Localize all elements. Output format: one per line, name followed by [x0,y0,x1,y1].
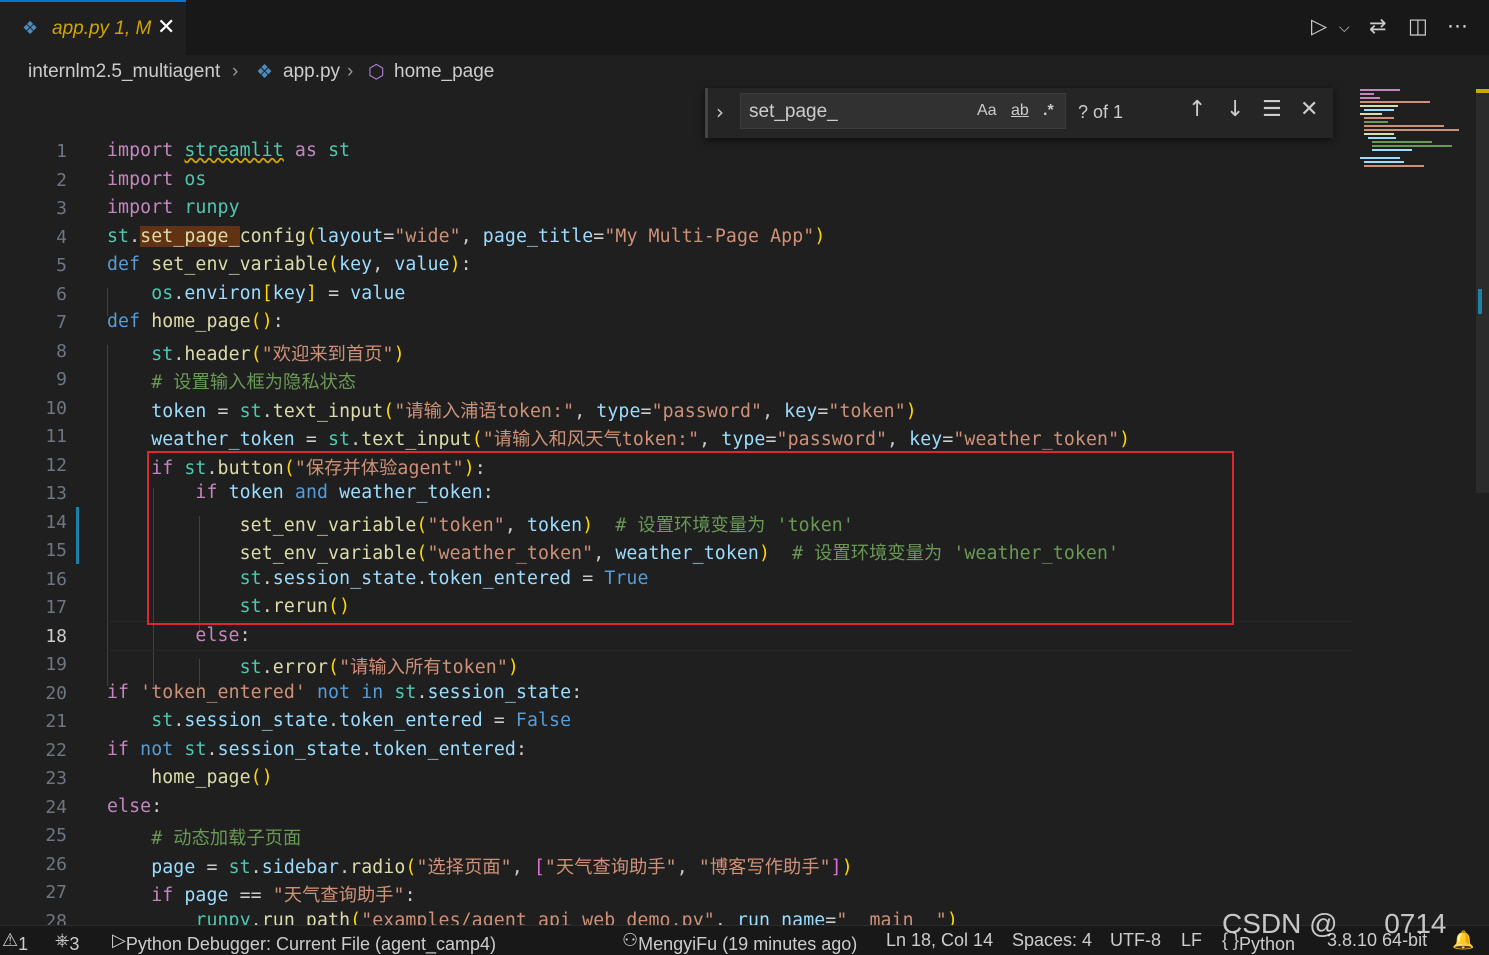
code-line: 5 def set_env_variable(key, value): [56,254,472,276]
cursor-position[interactable]: Ln 18, Col 14 [886,930,993,951]
code-line: 3 import runpy [56,197,240,219]
indentation[interactable]: Spaces: 4 [1012,930,1092,951]
whole-word-icon[interactable]: ab [1011,102,1029,120]
compare-changes-icon[interactable]: ⇄ [1369,14,1387,38]
code-line: 7 def home_page(): [56,311,284,333]
close-icon[interactable]: ✕ [157,15,175,40]
code-line: 10 token = st.text_input("请输入浦语token:", … [45,397,917,422]
watermark: CSDN @ 0714 [1222,908,1447,939]
arrow-down-icon[interactable]: ↓ [1226,97,1244,122]
code-line: 27 if page == "天气查询助手": [45,882,416,906]
more-actions-icon[interactable]: ⋯ [1447,14,1468,38]
breadcrumb: internlm2.5_multiagent › ❖ app.py › ⬡ ho… [0,55,1489,89]
method-icon: ⬡ [368,62,385,83]
chevron-right-icon: › [347,61,354,82]
run-icon[interactable]: ▷ [1311,14,1327,38]
minimap[interactable] [1356,89,1476,169]
arrow-up-icon[interactable]: ↑ [1188,97,1206,122]
regex-icon[interactable]: .* [1043,102,1054,120]
code-line: 21 st.session_state.token_entered = Fals… [45,710,572,732]
code-line: 24 else: [45,795,163,818]
debug-config[interactable]: ▷ Python Debugger: Current File (agent_c… [112,930,496,954]
find-widget: › set_page_ Aa ab .* ? of 1 ↑ ↓ ☰ ✕ [705,88,1333,138]
find-input[interactable]: set_page_ Aa ab .* [740,93,1066,129]
scroll-marker [1478,289,1482,314]
scroll-marker [1476,89,1489,93]
breadcrumb-symbol[interactable]: home_page [394,61,494,83]
chevron-right-icon: › [232,61,239,82]
close-icon[interactable]: ✕ [1300,97,1318,122]
git-blame[interactable]: ⚇ MengyiFu (19 minutes ago) [622,930,857,954]
code-line: 4 st.set_page_config(layout="wide", page_… [56,225,826,248]
code-line: 6 os.environ[key] = value [56,282,406,305]
code-line: 26 page = st.sidebar.radio("选择页面", ["天气查… [45,853,853,878]
code-line: 19 st.error("请输入所有token") [45,654,519,678]
tab-bar: ❖ app.py 1, M ✕ ▷ ⌵ ⇄ ◫ ⋯ [0,0,1489,55]
tab-filename: app.py 1, M [52,18,152,39]
chevron-down-icon[interactable]: ⌵ [1339,20,1350,36]
match-case-icon[interactable]: Aa [977,102,997,120]
split-editor-icon[interactable]: ◫ [1408,14,1428,38]
code-line: 8 st.header("欢迎来到首页") [56,340,405,365]
python-icon: ❖ [22,18,39,39]
find-in-selection-icon[interactable]: ☰ [1262,97,1282,122]
code-line: 23 home_page() [45,767,273,789]
code-line: 25 # 动态加载子页面 [45,825,302,849]
problems-indicator[interactable]: ⚠ 1 [2,930,28,954]
code-editor[interactable]: 1 import streamlit as st 2 import os 3 impo… [0,89,1489,925]
code-line: 11 weather_token = st.text_input("请输入和风天… [45,426,1131,450]
code-line: 18 else: [45,624,251,647]
match-count: ? of 1 [1078,102,1124,122]
breadcrumb-folder[interactable]: internlm2.5_multiagent [28,61,220,83]
code-line: 1 import streamlit as st [56,140,351,162]
highlight-box [147,451,1234,625]
breadcrumb-file[interactable]: app.py [283,61,340,83]
code-line: 28 runpy.run_path("examples/agent_api_we… [45,909,958,925]
tab-app-py[interactable]: ❖ app.py 1, M ✕ [0,0,186,55]
line-ending[interactable]: LF [1181,930,1202,951]
code-line: 2 import os [56,168,207,191]
bell-icon[interactable]: 🔔 [1452,930,1474,951]
chevron-right-icon[interactable]: › [716,100,724,124]
code-line: 20 if 'token_entered' not in st.session_s… [45,681,583,704]
python-icon: ❖ [256,62,274,83]
encoding[interactable]: UTF-8 [1110,930,1161,951]
code-line: 22 if not st.session_state.token_entered: [45,738,527,761]
ports-indicator[interactable]: ⎈ 3 [55,930,79,954]
code-line: 9 # 设置输入框为隐私状态 [56,369,357,393]
vertical-scrollbar[interactable] [1476,89,1489,925]
